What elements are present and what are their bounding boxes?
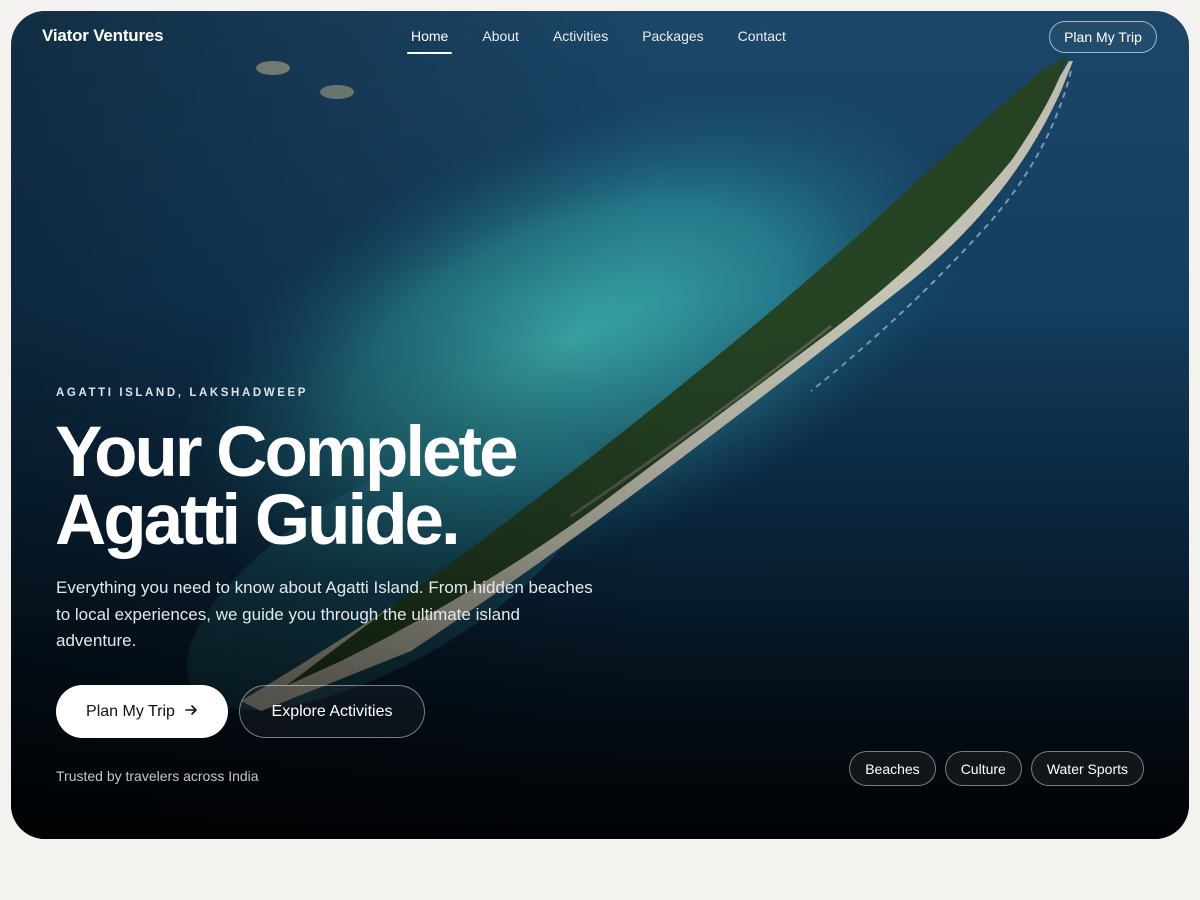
nav-item-activities[interactable]: Activities <box>553 28 608 44</box>
arrow-right-icon <box>185 703 198 721</box>
plan-my-trip-button[interactable]: Plan My Trip <box>56 685 228 738</box>
tag-culture[interactable]: Culture <box>944 751 1022 786</box>
tag-beaches[interactable]: Beaches <box>849 751 936 786</box>
tag-list: Beaches Culture Water Sports <box>849 751 1144 786</box>
nav-item-home[interactable]: Home <box>406 28 453 54</box>
plan-my-trip-label: Plan My Trip <box>86 702 175 720</box>
nav-menu: Home About Activities Packages Contact <box>406 28 820 54</box>
hero-title-line-2: Agatti Guide. <box>55 481 461 560</box>
nav-plan-trip-button[interactable]: Plan My Trip <box>1049 21 1157 53</box>
hero-title-line-1: Your Complete <box>55 413 519 492</box>
trusted-text: Trusted by travelers across India <box>56 768 259 784</box>
hero-eyebrow: AGATTI ISLAND, LAKSHADWEEP <box>56 387 309 399</box>
hero-section: Viator Ventures Home About Activities Pa… <box>11 11 1189 839</box>
nav-item-packages[interactable]: Packages <box>642 28 703 44</box>
top-navigation: Viator Ventures Home About Activities Pa… <box>11 11 1189 63</box>
hero-description: Everything you need to know about Agatti… <box>56 578 593 650</box>
nav-item-contact[interactable]: Contact <box>738 28 786 44</box>
tag-water-sports[interactable]: Water Sports <box>1030 751 1144 786</box>
nav-item-about[interactable]: About <box>482 28 519 44</box>
hero-title: Your Complete Agatti Guide. <box>55 413 675 560</box>
brand-logo[interactable]: Viator Ventures <box>42 26 164 46</box>
explore-activities-button[interactable]: Explore Activities <box>239 685 425 738</box>
